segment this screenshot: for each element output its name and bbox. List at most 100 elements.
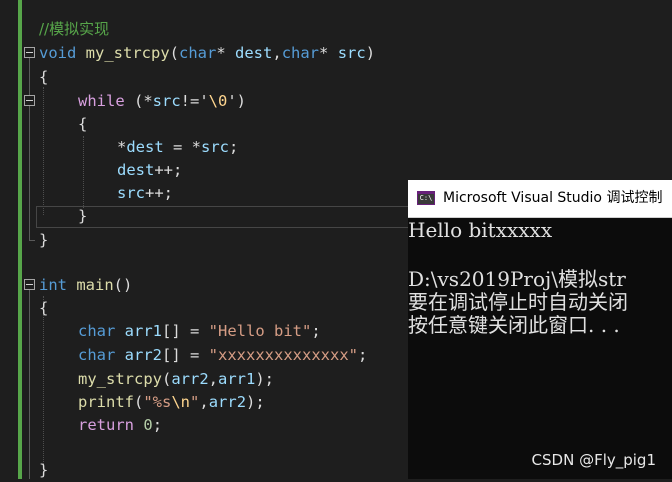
console-output-line: 要在调试停止时自动关闭 xyxy=(408,290,628,314)
number-literal: 0 xyxy=(143,416,153,434)
brace: { xyxy=(39,299,49,317)
brace: { xyxy=(78,115,88,133)
variable-arr2: arr2 xyxy=(171,370,209,388)
indent-guide xyxy=(83,136,84,208)
comment: //模拟实现 xyxy=(39,20,110,38)
code-line-brace-open[interactable]: { xyxy=(39,66,48,89)
brace: } xyxy=(39,461,49,479)
code-line-brace-open[interactable]: { xyxy=(78,113,87,136)
code-token: ); xyxy=(255,370,275,388)
indent-guide xyxy=(43,296,44,466)
code-line-arr2[interactable]: char arr2[] = "xxxxxxxxxxxxxx"; xyxy=(78,344,367,367)
brace: { xyxy=(39,68,49,86)
console-output-line: 按任意键关闭此窗口. . . xyxy=(408,313,620,337)
pointer-token: * xyxy=(216,44,236,62)
keyword-char: char xyxy=(179,44,217,62)
paren-close: ) xyxy=(365,44,376,62)
code-line-strcpy-signature[interactable]: void my_strcpy(char* dest,char* src) xyxy=(39,42,375,65)
current-line-highlight xyxy=(36,206,416,228)
console-app-icon: C:\ xyxy=(417,191,435,205)
code-token: [] = xyxy=(162,322,209,340)
code-line-brace-close[interactable]: } xyxy=(78,205,87,228)
fold-collapse-icon[interactable] xyxy=(24,47,35,58)
variable-arr2: arr2 xyxy=(208,393,247,411)
code-line-assign[interactable]: *dest = *src; xyxy=(117,136,238,159)
code-line-call[interactable]: my_strcpy(arr2,arr1); xyxy=(78,368,274,391)
function-call: my_strcpy xyxy=(78,370,162,388)
function-name: main xyxy=(76,276,114,294)
code-line-src-increment[interactable]: src++; xyxy=(117,182,173,205)
code-token: ); xyxy=(246,393,265,411)
keyword-while: while xyxy=(78,92,125,110)
code-token: [] = xyxy=(162,346,209,364)
change-indicator-bar xyxy=(18,0,22,479)
fold-end xyxy=(29,240,35,241)
code-token: ') xyxy=(227,92,247,110)
code-token: ; xyxy=(229,138,239,156)
code-line-main-signature[interactable]: int main() xyxy=(39,274,132,297)
function-name: my_strcpy xyxy=(85,44,170,62)
code-token: (* xyxy=(124,92,153,110)
string-literal: " xyxy=(190,393,200,411)
code-line-comment[interactable]: //模拟实现 xyxy=(39,18,109,41)
code-token: !=' xyxy=(180,92,209,110)
code-line-while[interactable]: while (*src!='\0') xyxy=(78,90,246,113)
string-literal: "%s xyxy=(143,393,172,411)
fold-collapse-icon[interactable] xyxy=(24,279,35,290)
fold-line xyxy=(29,58,30,240)
param-src: src xyxy=(117,184,145,202)
pointer-token: * xyxy=(319,44,338,62)
brace: } xyxy=(78,207,88,225)
code-token: = * xyxy=(163,138,201,156)
param-src: src xyxy=(201,138,229,156)
console-output-line: Hello bitxxxxx xyxy=(408,218,553,242)
variable-arr1: arr1 xyxy=(218,370,256,388)
code-token: * xyxy=(117,138,127,156)
keyword-return: return xyxy=(78,416,134,434)
variable-arr2: arr2 xyxy=(124,346,162,364)
code-line-arr1[interactable]: char arr1[] = "Hello bit"; xyxy=(78,320,321,343)
code-token: , xyxy=(208,370,219,388)
debug-console-window[interactable]: C:\ Microsoft Visual Studio 调试控制 Hello b… xyxy=(408,180,672,479)
escape-sequence: \0 xyxy=(208,92,228,110)
console-output-line: D:\vs2019Proj\模拟str xyxy=(408,267,626,291)
code-token: ( xyxy=(134,393,144,411)
keyword-void: void xyxy=(39,44,77,62)
console-titlebar[interactable]: C:\ Microsoft Visual Studio 调试控制 xyxy=(408,180,672,218)
code-line-return[interactable]: return 0; xyxy=(78,414,162,437)
param-dest: dest xyxy=(235,44,273,62)
watermark: CSDN @Fly_pig1 xyxy=(531,451,656,469)
param-dest: dest xyxy=(126,138,164,156)
console-title: Microsoft Visual Studio 调试控制 xyxy=(443,190,663,206)
code-line-brace-open[interactable]: { xyxy=(39,297,48,320)
comma: , xyxy=(272,44,282,62)
code-line-brace-close[interactable]: } xyxy=(39,229,48,252)
brace: } xyxy=(39,231,49,249)
param-dest: dest xyxy=(117,161,155,179)
code-line-dest-increment[interactable]: dest++; xyxy=(117,159,182,182)
string-literal: "xxxxxxxxxxxxxx" xyxy=(208,346,358,364)
code-token: ; xyxy=(311,322,321,340)
string-literal: "Hello bit" xyxy=(208,322,312,340)
code-token: ; xyxy=(357,346,368,364)
keyword-char: char xyxy=(78,346,116,364)
indent-guide xyxy=(43,87,44,215)
escape-sequence: \n xyxy=(171,393,191,411)
keyword-int: int xyxy=(39,276,67,294)
code-token: ++; xyxy=(145,184,173,202)
variable-arr1: arr1 xyxy=(124,322,162,340)
code-token: () xyxy=(113,276,133,294)
code-token: ; xyxy=(152,416,163,434)
fold-collapse-icon[interactable] xyxy=(24,95,35,106)
keyword-char: char xyxy=(78,322,116,340)
code-token: ( xyxy=(162,370,172,388)
code-line-printf[interactable]: printf("%s\n",arr2); xyxy=(78,391,265,414)
param-src: src xyxy=(337,44,366,62)
code-token: , xyxy=(199,393,209,411)
fold-line xyxy=(29,290,30,479)
code-token: ++; xyxy=(154,161,183,179)
function-call: printf xyxy=(78,393,134,411)
param-src: src xyxy=(152,92,181,110)
keyword-char: char xyxy=(281,44,320,62)
